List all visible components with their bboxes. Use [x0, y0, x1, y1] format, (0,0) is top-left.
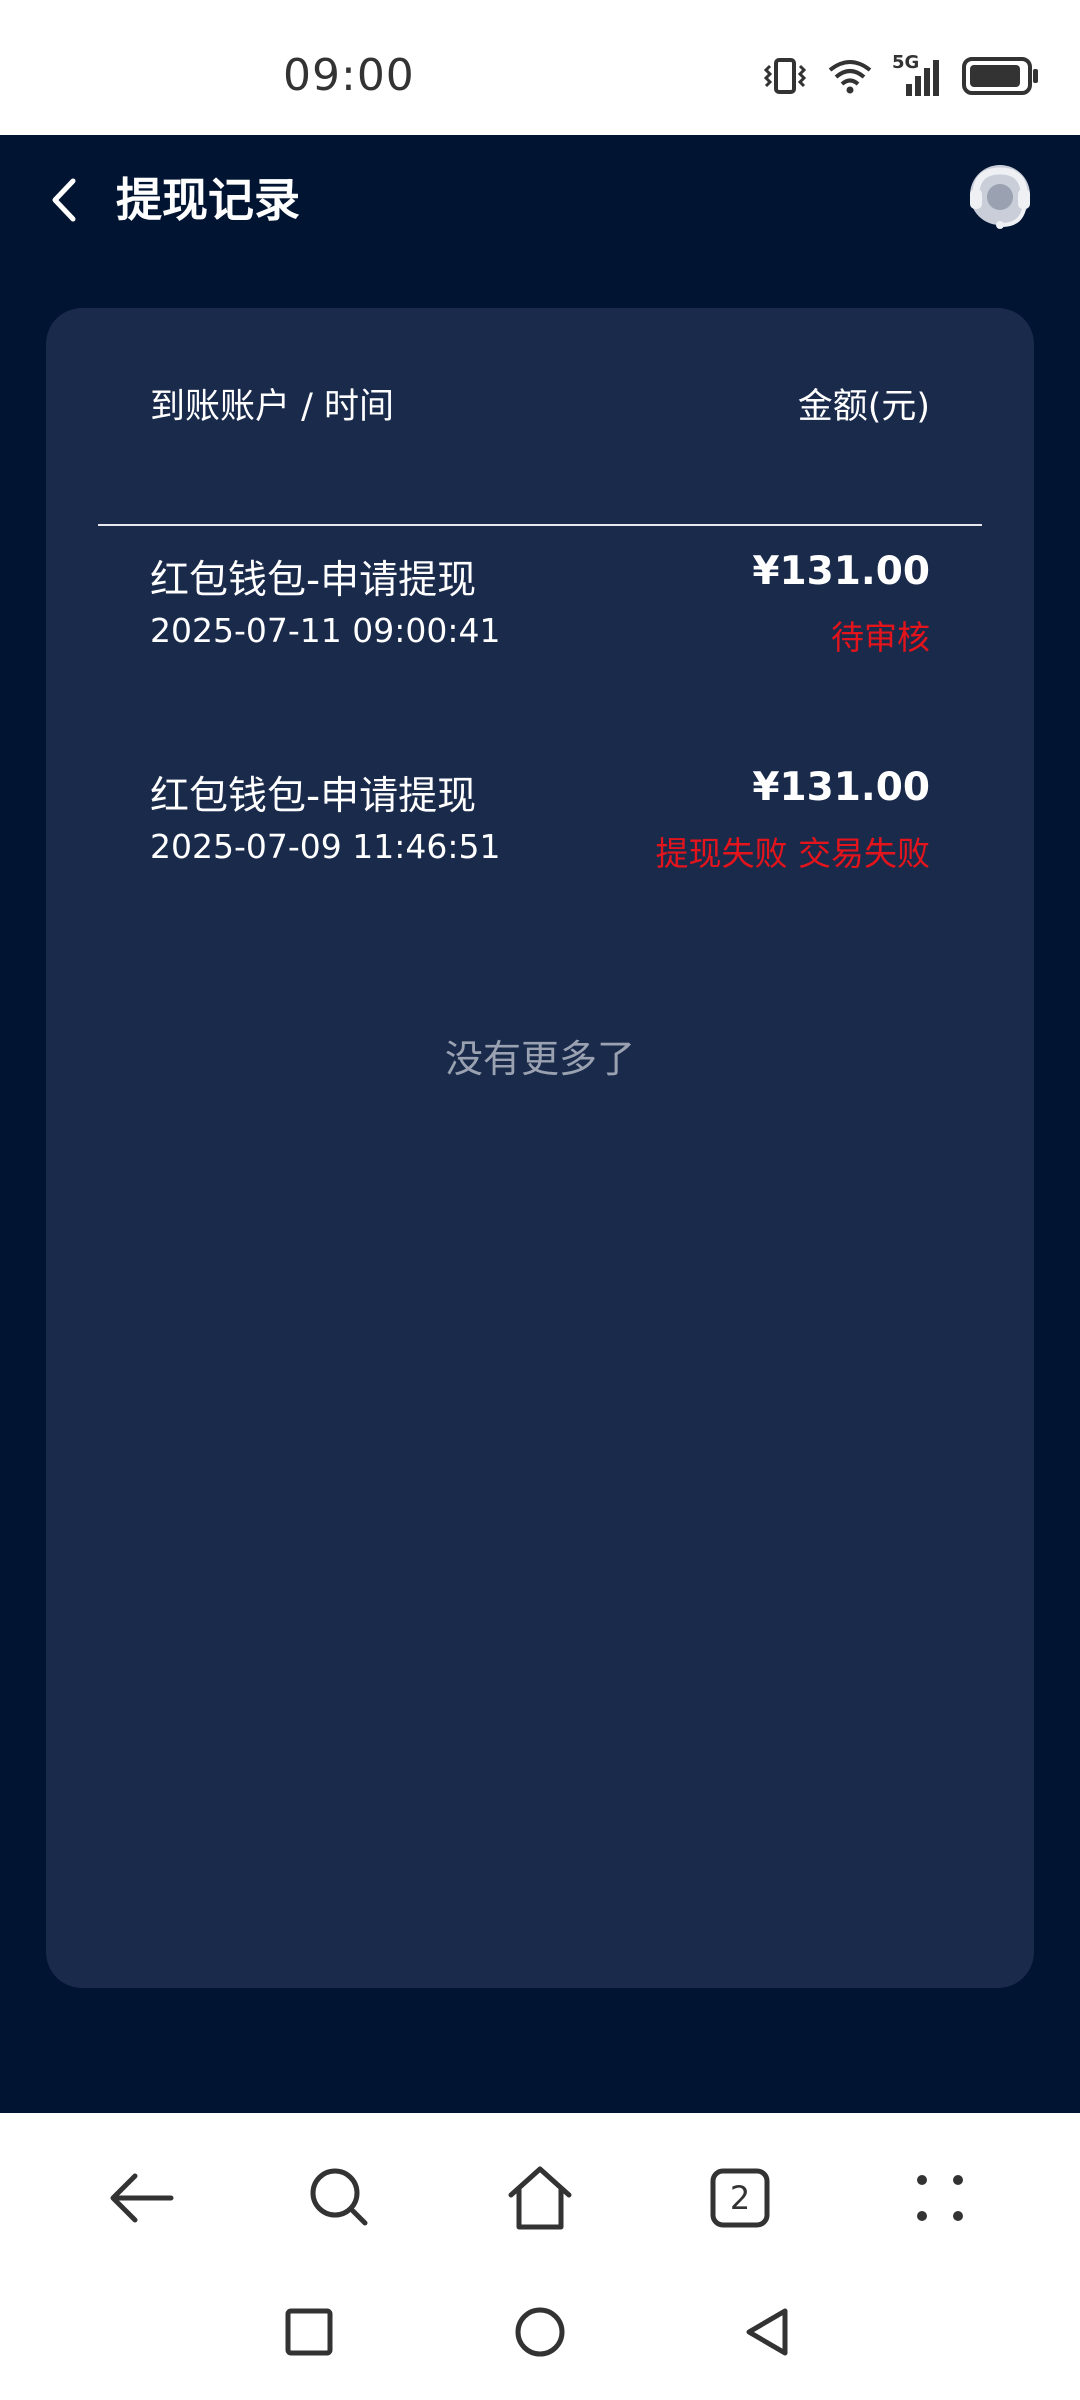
column-header-account-time: 到账账户 / 时间 — [150, 387, 395, 427]
header: 提现记录 — [0, 135, 1080, 265]
record-title: 红包钱包-申请提现 — [150, 774, 477, 819]
system-nav-bar — [0, 2283, 1080, 2400]
arrow-left-icon — [110, 2173, 174, 2223]
system-home-button[interactable] — [505, 2297, 575, 2367]
header-divider — [98, 524, 982, 526]
back-button[interactable] — [30, 165, 100, 235]
column-header-amount: 金额(元) — [797, 387, 930, 427]
browser-menu-button[interactable] — [895, 2153, 985, 2243]
record-status: 提现失败 交易失败 — [655, 834, 931, 873]
wifi-icon — [826, 56, 874, 100]
customer-service-button[interactable] — [960, 157, 1040, 237]
no-more-text: 没有更多了 — [444, 1037, 635, 1081]
recent-apps-button[interactable] — [274, 2297, 344, 2367]
record-time: 2025-07-09 11:46:51 — [150, 827, 501, 866]
page-title: 提现记录 — [116, 173, 300, 227]
cellular-signal-icon: 5G — [892, 52, 944, 100]
triangle-back-icon — [746, 2308, 788, 2356]
browser-back-button[interactable] — [95, 2153, 185, 2243]
more-dots-icon — [917, 2175, 963, 2221]
record-title: 红包钱包-申请提现 — [150, 558, 477, 603]
chevron-left-icon — [52, 178, 76, 222]
record-amount: ¥131.00 — [752, 765, 930, 810]
vibrate-icon — [762, 56, 808, 100]
records-card: 到账账户 / 时间 金额(元) 红包钱包-申请提现 2025-07-11 09:… — [46, 308, 1034, 1988]
browser-nav-bar: 2 — [0, 2113, 1080, 2283]
record-time: 2025-07-11 09:00:41 — [150, 611, 501, 650]
square-icon — [285, 2308, 333, 2356]
browser-search-button[interactable] — [295, 2153, 385, 2243]
home-icon — [508, 2166, 572, 2230]
status-icons: 5G — [762, 52, 1040, 100]
battery-icon — [962, 56, 1040, 100]
headset-icon — [970, 165, 1030, 229]
browser-tabs-button[interactable]: 2 — [695, 2153, 785, 2243]
circle-icon — [515, 2307, 565, 2357]
app-screen: 提现记录 到账账户 / 时间 金额(元) 红包钱包-申请提现 2025-07-1… — [0, 135, 1080, 2113]
record-status: 待审核 — [831, 618, 930, 657]
tab-count: 2 — [729, 2179, 751, 2217]
status-bar: 09:00 5G — [0, 0, 1080, 135]
record-item[interactable]: 红包钱包-申请提现 2025-07-11 09:00:41 ¥131.00 待审… — [150, 549, 930, 669]
browser-home-button[interactable] — [495, 2153, 585, 2243]
system-back-button[interactable] — [733, 2297, 803, 2367]
record-amount: ¥131.00 — [752, 549, 930, 594]
record-item[interactable]: 红包钱包-申请提现 2025-07-09 11:46:51 ¥131.00 提现… — [150, 765, 930, 885]
status-time: 09:00 — [283, 50, 415, 101]
search-icon — [310, 2168, 368, 2226]
